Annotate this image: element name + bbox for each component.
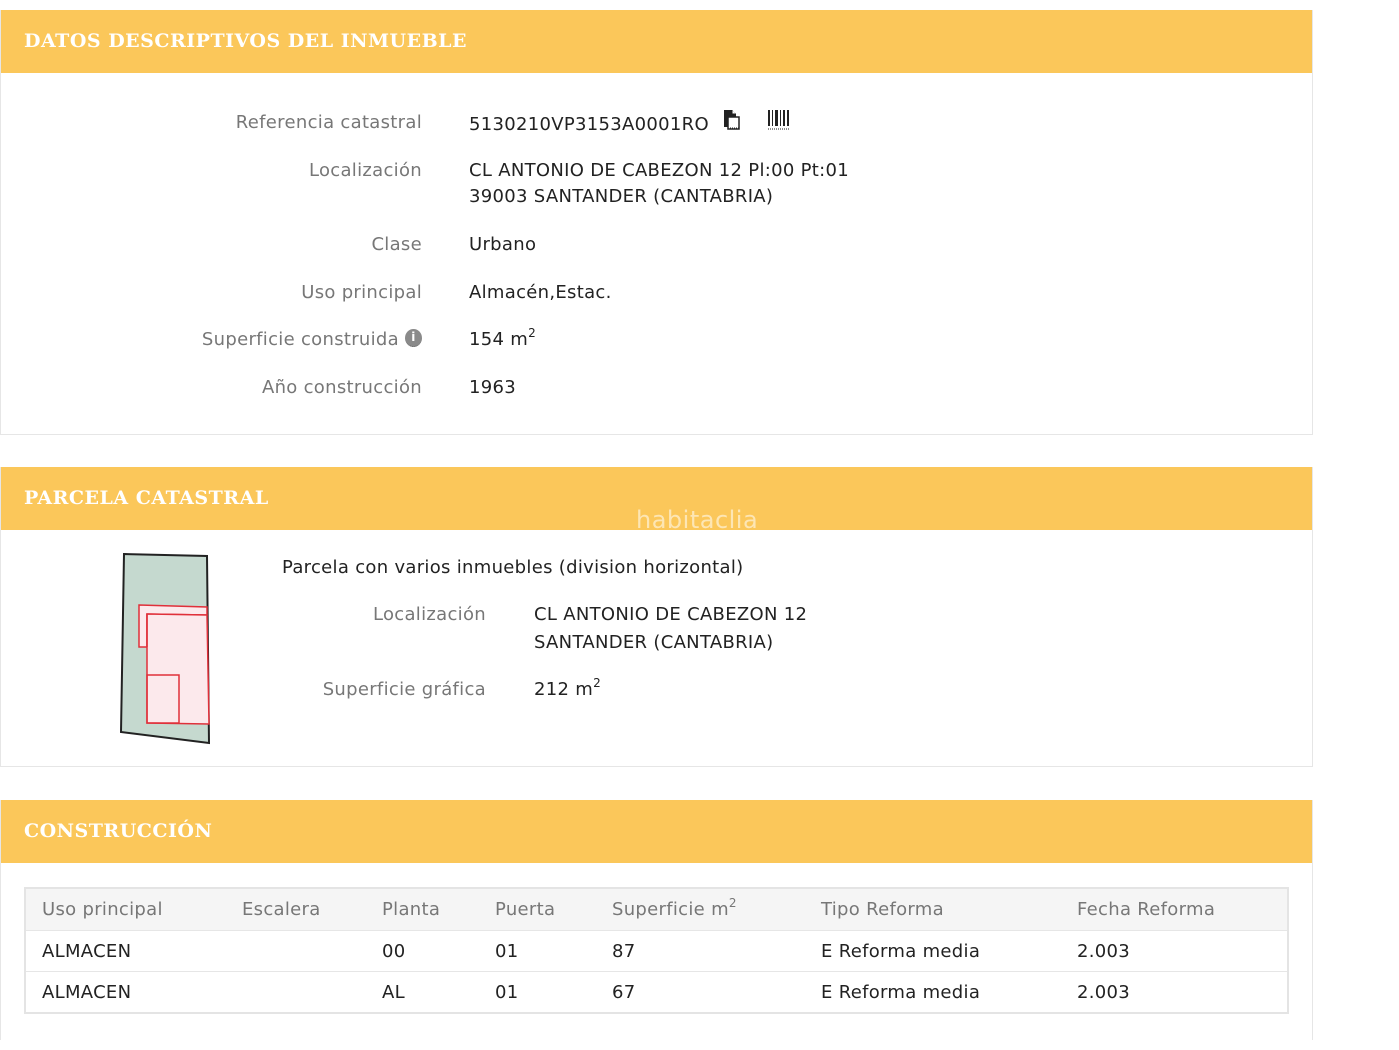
column-header-uso-principal: Uso principal — [26, 889, 226, 931]
superficie-construida-label-wrap: Superficie construida i — [202, 327, 422, 353]
parcel-plan-image[interactable] — [117, 551, 213, 747]
cell-fecha-reforma: 2.003 — [1061, 971, 1287, 1012]
construccion-panel: CONSTRUCCIÓN Uso principal Escalera Plan… — [0, 800, 1313, 1040]
datos-descriptivos-panel: DATOS DESCRIPTIVOS DEL INMUEBLE Referenc… — [0, 10, 1313, 435]
column-header-puerta: Puerta — [479, 889, 596, 931]
uso-principal-label: Uso principal — [301, 282, 422, 303]
clase-value: Urbano — [469, 234, 537, 255]
column-header-planta: Planta — [366, 889, 479, 931]
superficie-construida-label: Superficie construida — [201, 329, 399, 350]
referencia-value[interactable]: 5130210VP3153A0001RO — [469, 114, 709, 135]
construccion-table-wrap: Uso principal Escalera Planta Puerta Sup… — [24, 887, 1289, 1014]
localizacion-line2: 39003 SANTANDER (CANTABRIA) — [469, 186, 774, 207]
cell-escalera — [226, 971, 366, 1012]
table-header-row: Uso principal Escalera Planta Puerta Sup… — [26, 889, 1287, 931]
column-header-superficie-label: Superficie m — [612, 899, 729, 920]
parcela-localizacion-line2: SANTANDER (CANTABRIA) — [534, 632, 774, 653]
cell-superficie: 87 — [596, 930, 805, 972]
superficie-construida-value-wrap: 154 m2 — [469, 327, 536, 353]
parcela-superficie-value-wrap: 212 m2 — [534, 677, 601, 703]
clase-label: Clase — [371, 234, 422, 255]
superficie-construida-unit-sup: 2 — [528, 326, 537, 340]
column-header-escalera: Escalera — [226, 889, 366, 931]
uso-principal-value: Almacén,Estac. — [469, 282, 612, 303]
construccion-table: Uso principal Escalera Planta Puerta Sup… — [26, 889, 1287, 1012]
column-header-superficie-sup: 2 — [728, 896, 737, 910]
referencia-label: Referencia catastral — [235, 112, 422, 133]
superficie-construida-value: 154 m — [469, 329, 529, 350]
parcela-superficie-value: 212 m — [534, 679, 594, 700]
building-outline-main — [146, 613, 210, 725]
barcode-icon[interactable] — [767, 108, 791, 138]
cell-puerta: 01 — [479, 930, 596, 972]
cell-escalera — [226, 930, 366, 972]
parcela-localizacion-line1: CL ANTONIO DE CABEZON 12 — [534, 604, 808, 625]
localizacion-line1: CL ANTONIO DE CABEZON 12 Pl:00 Pt:01 — [469, 160, 850, 181]
referencia-value-wrap: 5130210VP3153A0001RO — [469, 110, 791, 140]
cell-tipo-reforma: E Reforma media — [805, 930, 1061, 972]
anio-construccion-label: Año construcción — [261, 377, 422, 398]
watermark: habitaclia — [636, 506, 759, 534]
parcela-superficie-label: Superficie gráfica — [322, 679, 486, 700]
column-header-fecha-reforma: Fecha Reforma — [1061, 889, 1287, 931]
anio-construccion-value: 1963 — [469, 377, 517, 398]
copy-icon[interactable] — [721, 108, 741, 138]
datos-descriptivos-header: DATOS DESCRIPTIVOS DEL INMUEBLE — [1, 10, 1312, 73]
cell-planta: 00 — [366, 930, 479, 972]
cell-uso-principal: ALMACEN — [26, 971, 226, 1012]
cell-superficie: 67 — [596, 971, 805, 1012]
column-header-tipo-reforma: Tipo Reforma — [805, 889, 1061, 931]
localizacion-label: Localización — [308, 160, 422, 181]
cell-uso-principal: ALMACEN — [26, 930, 226, 972]
column-header-superficie: Superficie m2 — [596, 889, 805, 931]
cell-puerta: 01 — [479, 971, 596, 1012]
parcela-localizacion-label: Localización — [372, 604, 486, 625]
construccion-header: CONSTRUCCIÓN — [1, 800, 1312, 863]
info-icon[interactable]: i — [405, 329, 422, 347]
parcela-description: Parcela con varios inmuebles (division h… — [282, 557, 744, 578]
cell-fecha-reforma: 2.003 — [1061, 930, 1287, 972]
table-row: ALMACEN AL 01 67 E Reforma media 2.003 — [26, 971, 1287, 1012]
parcela-superficie-unit-sup: 2 — [593, 676, 602, 690]
table-row: ALMACEN 00 01 87 E Reforma media 2.003 — [26, 930, 1287, 972]
cell-tipo-reforma: E Reforma media — [805, 971, 1061, 1012]
cell-planta: AL — [366, 971, 479, 1012]
